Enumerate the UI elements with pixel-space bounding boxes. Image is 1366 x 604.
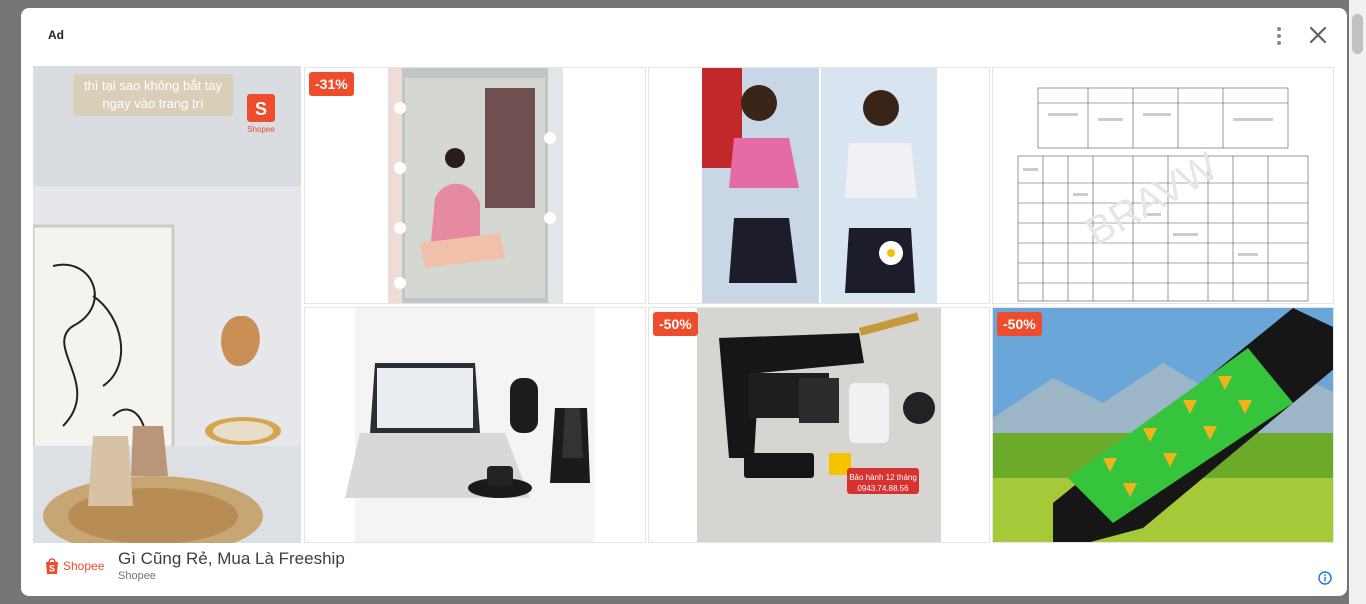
product-tile-pressure-washer[interactable]: Bảo hành 12 tháng 0943.74.88.56 -50% — [648, 307, 990, 543]
advertiser-logo-text: Shopee — [63, 559, 105, 573]
discount-badge: -50% — [997, 312, 1042, 336]
advertiser-name: Shopee — [118, 570, 156, 582]
decor-logo-text: Shopee — [247, 125, 275, 134]
warranty-caption-line2: 0943.74.88.56 — [857, 484, 909, 493]
shopee-bag-icon: S — [46, 558, 58, 574]
product-tile-charger[interactable] — [304, 307, 646, 543]
svg-text:S: S — [49, 564, 55, 574]
page-scrollbar[interactable] — [1349, 0, 1366, 604]
dress-image — [305, 68, 645, 303]
product-grid: thì tại sao không bắt tay ngay vào trang… — [33, 66, 1334, 543]
product-tile-solar-light[interactable]: -50% — [992, 307, 1334, 543]
info-icon[interactable] — [1318, 571, 1332, 585]
solar-light-image — [993, 308, 1333, 542]
discount-badge: -50% — [653, 312, 698, 336]
ad-modal: Ad thì tại sao không bắt tay ngay vào tr… — [21, 8, 1347, 596]
warranty-caption-line1: Bảo hành 12 tháng — [849, 473, 917, 482]
decor-overlay-line1: thì tại sao không bắt tay — [84, 78, 223, 93]
swimwear-image — [649, 68, 989, 303]
datasheet-image: BRAVW — [993, 68, 1333, 303]
pressure-washer-image: Bảo hành 12 tháng 0943.74.88.56 — [649, 308, 989, 542]
product-tile-dress[interactable]: -31% — [304, 67, 646, 304]
discount-badge: -31% — [309, 72, 354, 96]
decor-image: thì tại sao không bắt tay ngay vào trang… — [33, 66, 301, 543]
product-tile-swimwear[interactable] — [648, 67, 990, 304]
product-tile-decor[interactable]: thì tại sao không bắt tay ngay vào trang… — [33, 66, 301, 543]
svg-text:S: S — [255, 99, 267, 119]
scrollbar-thumb[interactable] — [1352, 14, 1363, 54]
charger-image — [305, 308, 645, 542]
more-vert-icon[interactable] — [1269, 24, 1289, 48]
ad-headline[interactable]: Gì Cũng Rẻ, Mua Là Freeship — [118, 549, 345, 569]
product-tile-datasheet[interactable]: BRAVW — [992, 67, 1334, 304]
close-icon[interactable] — [1305, 22, 1331, 48]
advertiser-logo[interactable]: S Shopee — [44, 557, 104, 575]
decor-overlay-line2: ngay vào trang trí — [102, 96, 204, 111]
ad-label: Ad — [48, 28, 64, 42]
